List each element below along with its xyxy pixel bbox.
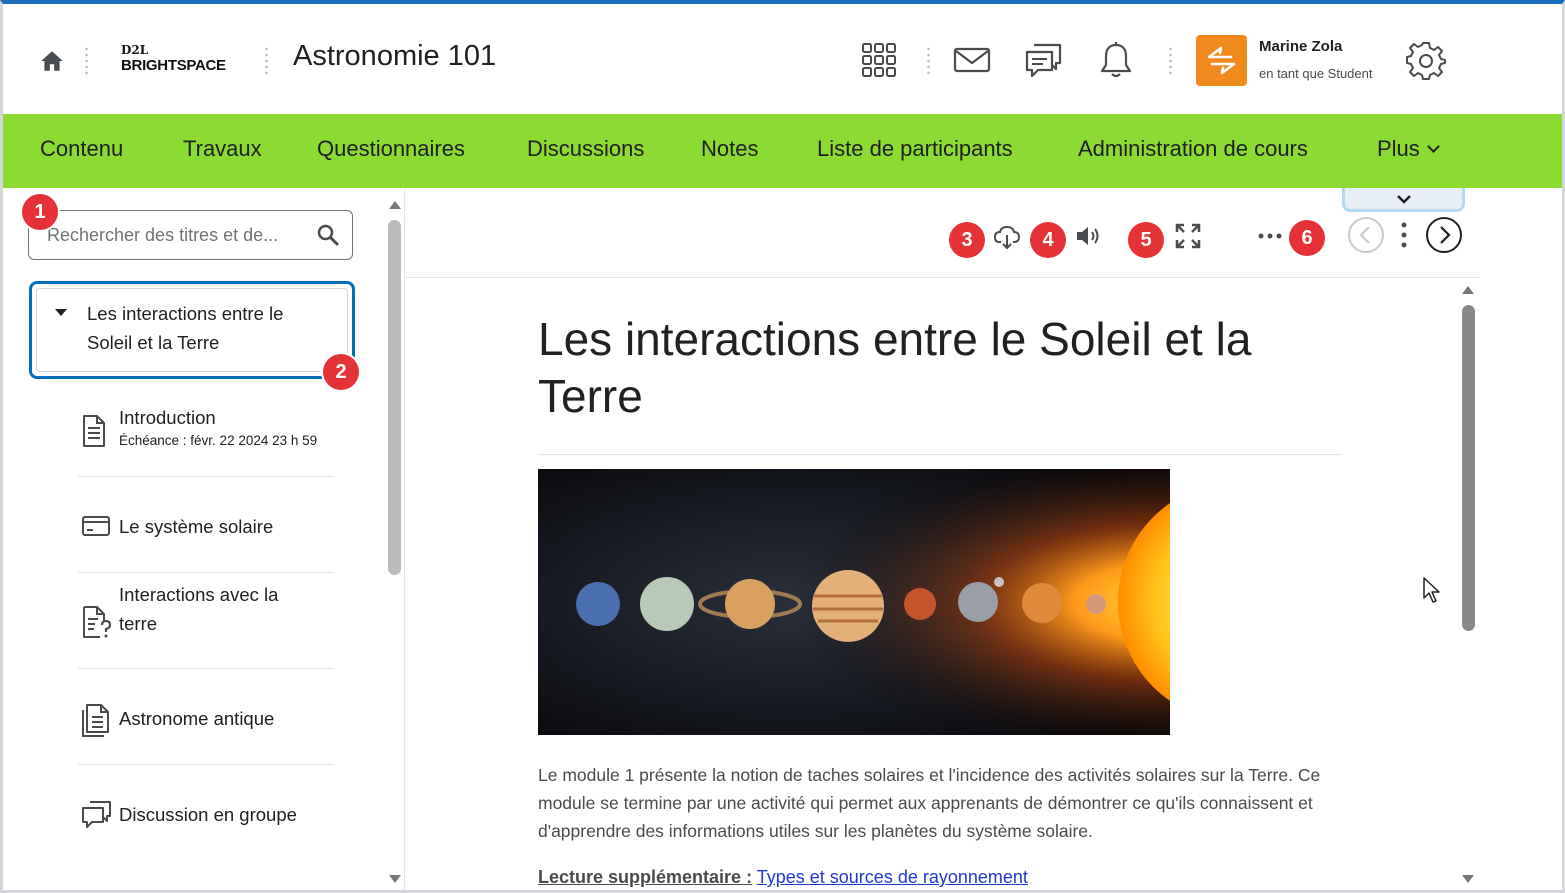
- topic-due-date: Échéance : févr. 22 2024 23 h 59: [119, 433, 318, 448]
- content-sidebar: Les interactions entre le Soleil et la T…: [3, 188, 405, 890]
- checklist-icon: [82, 704, 109, 737]
- nav-discussions[interactable]: Discussions: [527, 136, 644, 162]
- extra-reading-label: Lecture supplémentaire :: [538, 867, 753, 887]
- content-scrollbar[interactable]: [1458, 279, 1478, 890]
- topic-systeme-solaire[interactable]: Le système solaire: [78, 477, 334, 573]
- topic-label: Introduction: [119, 407, 216, 428]
- previous-topic-icon[interactable]: [1347, 216, 1385, 254]
- nav-plus-label: Plus: [1377, 136, 1420, 161]
- topic-content: Les interactions entre le Soleil et la T…: [406, 279, 1480, 890]
- topic-discussion-groupe[interactable]: Discussion en groupe: [78, 765, 334, 861]
- logo-d2l-text: D2L: [121, 43, 149, 57]
- fullscreen-icon[interactable]: [1175, 223, 1201, 249]
- kebab-menu-icon[interactable]: [1400, 220, 1408, 250]
- collapse-caret-icon[interactable]: [55, 309, 67, 316]
- module-item-selected[interactable]: Les interactions entre le Soleil et la T…: [29, 281, 355, 379]
- separator: [265, 46, 268, 76]
- module-description: Le module 1 présente la notion de taches…: [538, 765, 1321, 841]
- search-box: [28, 210, 353, 260]
- course-title[interactable]: Astronomie 101: [293, 40, 496, 73]
- header: D2L BRIGHTSPACE Astronomie 101 Marine Zo…: [3, 4, 1562, 114]
- collapse-tab[interactable]: [1342, 188, 1465, 212]
- callout-badge: 2: [323, 354, 359, 390]
- nav-administration[interactable]: Administration de cours: [1078, 136, 1308, 162]
- course-navbar: Contenu Travaux Questionnaires Discussio…: [3, 114, 1562, 188]
- topic-label: Interactions avec la terre: [119, 584, 279, 634]
- solar-system-image: [538, 469, 1170, 735]
- separator: [1169, 46, 1172, 76]
- nav-contenu[interactable]: Contenu: [40, 136, 123, 162]
- home-icon[interactable]: [39, 48, 65, 74]
- gear-icon[interactable]: [1406, 40, 1446, 80]
- page-title: Les interactions entre le Soleil et la T…: [538, 313, 1252, 422]
- nav-participants[interactable]: Liste de participants: [817, 136, 1013, 162]
- callout-badge: 4: [1030, 222, 1066, 258]
- topic-label: Astronome antique: [119, 708, 275, 729]
- mouse-cursor-icon: [1423, 577, 1440, 603]
- callout-badge: 5: [1128, 222, 1164, 258]
- chevron-down-icon: [1426, 140, 1440, 153]
- document-icon: [83, 415, 105, 447]
- separator: [85, 46, 88, 76]
- quiz-icon: [83, 606, 112, 638]
- search-icon[interactable]: [316, 223, 340, 247]
- discussion-icon: [82, 801, 111, 828]
- user-role[interactable]: en tant que Student: [1259, 66, 1372, 81]
- topic-introduction[interactable]: Introduction Échéance : févr. 22 2024 23…: [78, 396, 334, 477]
- impersonate-icon: [1207, 46, 1236, 75]
- scroll-down-arrow-icon[interactable]: [389, 875, 401, 883]
- user-name[interactable]: Marine Zola: [1259, 38, 1342, 55]
- speaker-icon[interactable]: [1074, 223, 1104, 249]
- next-topic-icon[interactable]: [1425, 216, 1463, 254]
- chat-icon[interactable]: [1024, 41, 1064, 81]
- separator: [927, 46, 930, 76]
- extra-reading-link[interactable]: Types et sources de rayonnement: [757, 867, 1028, 887]
- scroll-down-arrow-icon[interactable]: [1462, 875, 1474, 883]
- media-icon: [82, 516, 110, 536]
- bell-icon[interactable]: [1098, 40, 1134, 80]
- nav-questionnaires[interactable]: Questionnaires: [317, 136, 465, 162]
- scroll-up-arrow-icon[interactable]: [389, 201, 401, 209]
- nav-notes[interactable]: Notes: [701, 136, 758, 162]
- module-title: Les interactions entre le Soleil et la T…: [87, 303, 284, 353]
- waffle-menu-icon[interactable]: [861, 42, 897, 78]
- extra-reading: Lecture supplémentaire : Types et source…: [538, 867, 1028, 888]
- avatar[interactable]: [1196, 35, 1247, 86]
- nav-plus[interactable]: Plus: [1377, 136, 1440, 162]
- nav-travaux[interactable]: Travaux: [183, 136, 262, 162]
- brightspace-logo[interactable]: D2L BRIGHTSPACE: [121, 44, 226, 73]
- topic-label: Le système solaire: [119, 516, 274, 537]
- callout-badge: 6: [1289, 220, 1325, 256]
- download-icon[interactable]: [993, 223, 1021, 251]
- topic-interactions-terre[interactable]: Interactions avec la terre: [78, 573, 334, 669]
- search-input[interactable]: [30, 212, 300, 258]
- mail-icon[interactable]: [953, 46, 991, 74]
- scrollbar-thumb[interactable]: [388, 220, 401, 575]
- divider: [538, 454, 1342, 455]
- scrollbar-thumb[interactable]: [1462, 305, 1475, 631]
- sidebar-scrollbar[interactable]: [386, 188, 404, 890]
- logo-brightspace-text: BRIGHTSPACE: [121, 57, 226, 74]
- more-options-icon[interactable]: [1257, 232, 1283, 240]
- topic-label: Discussion en groupe: [119, 804, 297, 825]
- scroll-up-arrow-icon[interactable]: [1462, 286, 1474, 294]
- content-toolbar: 3 4 5 6: [406, 188, 1480, 278]
- chevron-down-icon: [1397, 195, 1411, 204]
- topic-astronome-antique[interactable]: Astronome antique: [78, 669, 334, 765]
- callout-badge: 3: [949, 222, 985, 258]
- callout-badge: 1: [22, 194, 58, 230]
